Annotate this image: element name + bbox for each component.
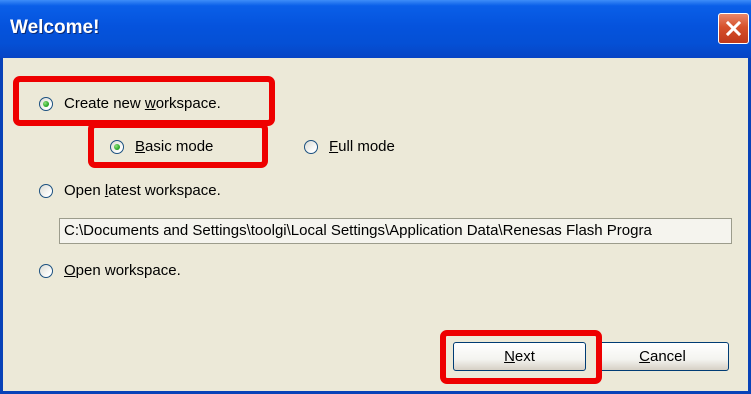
- latest-workspace-path-field: C:\Documents and Settings\toolgi\Local S…: [59, 218, 732, 244]
- open-workspace-option[interactable]: Open workspace.: [39, 262, 181, 279]
- basic-mode-radio[interactable]: [110, 139, 124, 154]
- basic-mode-option[interactable]: Basic mode: [110, 138, 213, 155]
- full-mode-label: Full mode: [329, 138, 395, 155]
- welcome-dialog: Welcome! Create new workspace. Basic mod…: [0, 0, 751, 394]
- full-mode-option[interactable]: Full mode: [304, 138, 395, 155]
- create-new-workspace-option[interactable]: Create new workspace.: [39, 95, 221, 112]
- open-latest-workspace-label: Open latest workspace.: [64, 182, 221, 199]
- radio-selected-dot: [43, 100, 49, 107]
- cancel-button-label: Cancel: [639, 348, 686, 365]
- open-workspace-radio[interactable]: [39, 263, 53, 278]
- cancel-button[interactable]: Cancel: [596, 342, 729, 371]
- basic-mode-label: Basic mode: [135, 138, 214, 155]
- open-workspace-label: Open workspace.: [64, 262, 181, 279]
- close-icon: [725, 20, 742, 37]
- open-latest-workspace-option[interactable]: Open latest workspace.: [39, 182, 221, 199]
- window-title: Welcome!: [10, 17, 100, 38]
- create-new-workspace-radio[interactable]: [39, 96, 53, 111]
- title-bar: Welcome!: [0, 0, 751, 58]
- close-button[interactable]: [718, 13, 749, 44]
- create-new-workspace-label: Create new workspace.: [64, 95, 221, 112]
- full-mode-radio[interactable]: [304, 139, 318, 154]
- radio-selected-dot: [114, 143, 120, 150]
- next-button[interactable]: Next: [453, 342, 586, 371]
- open-latest-workspace-radio[interactable]: [39, 183, 53, 198]
- next-button-label: Next: [504, 348, 535, 365]
